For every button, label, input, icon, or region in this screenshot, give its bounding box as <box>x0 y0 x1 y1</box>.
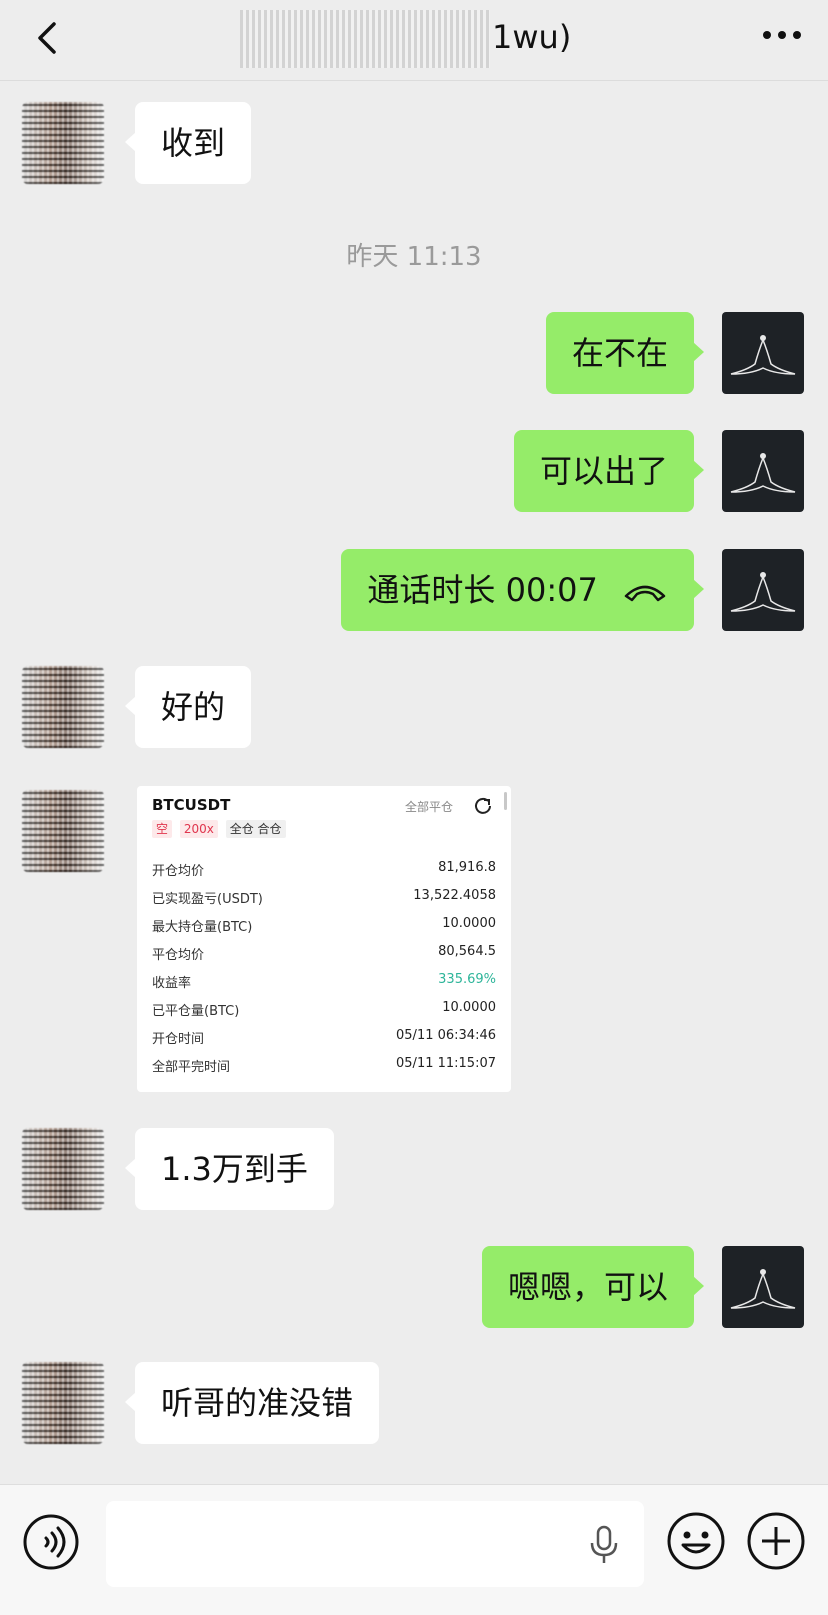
close-all-label: 全部平仓 <box>404 800 453 814</box>
contact-avatar[interactable] <box>22 666 104 748</box>
card-row: 开仓时间 05/11 06:34:46 <box>152 1028 496 1048</box>
chat-header: 1wu) <box>0 0 828 81</box>
voice-wave-icon <box>23 1514 79 1570</box>
self-avatar[interactable] <box>722 312 804 394</box>
row-label: 已平仓量(BTC) <box>152 1004 240 1019</box>
row-label: 收益率 <box>152 976 192 991</box>
card-symbol: BTCUSDT <box>152 796 231 814</box>
row-value: 05/11 11:15:07 <box>396 1056 496 1071</box>
card-row: 全部平完时间 05/11 11:15:07 <box>152 1056 496 1076</box>
card-scrollbar <box>504 792 507 810</box>
message-bubble-received[interactable]: 1.3万到手 <box>125 1128 334 1210</box>
message-input[interactable] <box>106 1501 644 1587</box>
row-label: 全部平完时间 <box>152 1060 231 1075</box>
contact-avatar[interactable] <box>22 102 104 184</box>
input-bar <box>0 1484 828 1615</box>
more-dots-icon <box>763 31 801 39</box>
emoji-button[interactable] <box>666 1511 726 1575</box>
back-button[interactable] <box>28 12 68 64</box>
call-duration-text: 通话时长 00:07 <box>367 571 598 609</box>
emoji-smile-icon <box>667 1512 725 1570</box>
message-bubble-received[interactable]: 好的 <box>124 666 252 748</box>
share-icon <box>475 797 491 814</box>
message-bubble-sent[interactable]: 嗯嗯，可以 <box>481 1246 705 1328</box>
row-label: 开仓均价 <box>152 864 205 879</box>
contact-avatar[interactable] <box>22 1362 104 1444</box>
row-label: 开仓时间 <box>152 1032 205 1047</box>
timestamp: 昨天 11:13 <box>346 242 482 272</box>
chat-title: 1wu) <box>240 10 600 68</box>
card-row: 平仓均价 80,564.5 <box>152 944 496 964</box>
row-value: 80,564.5 <box>438 944 496 959</box>
side-tag: 空 <box>152 820 173 838</box>
more-actions-button[interactable] <box>746 1511 806 1575</box>
message-bubble-sent[interactable]: 可以出了 <box>513 430 705 512</box>
card-row: 开仓均价 81,916.8 <box>152 860 496 880</box>
message-bubble-received[interactable]: 听哥的准没错 <box>124 1362 380 1444</box>
card-row: 已平仓量(BTC) 10.0000 <box>152 1000 496 1020</box>
row-value-profit: 335.69% <box>438 972 496 987</box>
blurred-name <box>240 10 490 68</box>
position-tags: 空 200x 全仓 合仓 <box>152 820 290 838</box>
row-label: 已实现盈亏(USDT) <box>152 892 263 907</box>
message-bubble-sent[interactable]: 在不在 <box>545 312 705 394</box>
call-duration-bubble[interactable]: 通话时长 00:07 <box>341 549 704 631</box>
trade-screenshot-card[interactable]: BTCUSDT 全部平仓 空 200x 全仓 合仓 开仓均价 81,916.8 已… <box>137 786 511 1092</box>
dictation-button[interactable] <box>586 1525 622 1569</box>
row-value: 10.0000 <box>442 1000 496 1015</box>
message-bubble-received[interactable]: 收到 <box>124 102 252 184</box>
voice-toggle-button[interactable] <box>22 1513 80 1575</box>
card-row: 已实现盈亏(USDT) 13,522.4058 <box>152 888 496 908</box>
chat-title-text: 1wu) <box>492 18 572 56</box>
row-label: 最大持仓量(BTC) <box>152 920 253 935</box>
contact-avatar[interactable] <box>22 1128 104 1210</box>
row-value: 13,522.4058 <box>413 888 496 903</box>
card-row: 收益率 335.69% <box>152 972 496 992</box>
more-button[interactable] <box>760 20 804 50</box>
leverage-tag: 200x <box>179 820 218 838</box>
plus-circle-icon <box>747 1512 805 1570</box>
row-label: 平仓均价 <box>152 948 205 963</box>
microphone-icon <box>590 1525 618 1563</box>
row-value: 10.0000 <box>442 916 496 931</box>
card-row: 最大持仓量(BTC) 10.0000 <box>152 916 496 936</box>
phone-hangup-icon <box>624 585 666 602</box>
self-avatar[interactable] <box>722 549 804 631</box>
chevron-left-icon <box>38 22 56 54</box>
row-value: 05/11 06:34:46 <box>396 1028 496 1043</box>
self-avatar[interactable] <box>722 430 804 512</box>
margin-mode-tag: 全仓 合仓 <box>225 820 286 838</box>
self-avatar[interactable] <box>722 1246 804 1328</box>
contact-avatar[interactable] <box>22 790 104 872</box>
row-value: 81,916.8 <box>438 860 496 875</box>
